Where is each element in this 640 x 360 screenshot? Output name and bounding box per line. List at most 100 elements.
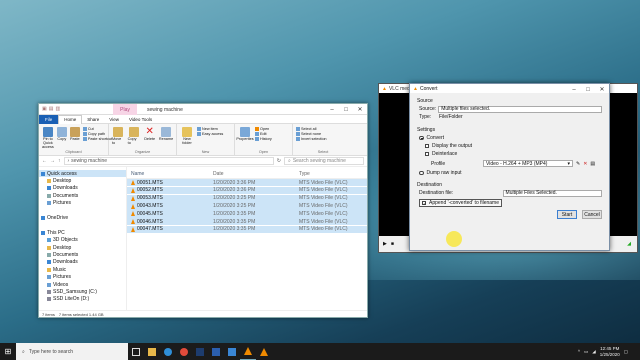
play-icon[interactable]: ▶ [383, 241, 387, 247]
taskbar-search[interactable]: ⌕ Type here to search [16, 343, 128, 360]
tab-file[interactable]: File [39, 114, 59, 124]
close-icon[interactable]: ✕ [353, 104, 367, 115]
nav-item[interactable]: Pictures [39, 200, 126, 207]
tab-share[interactable]: Share [82, 117, 104, 122]
profile-select[interactable]: Video - H.264 + MP3 (MP4) ▾ [483, 160, 573, 167]
back-icon[interactable]: ← [42, 158, 47, 164]
nav-item[interactable]: Downloads [39, 185, 126, 192]
task-view-button[interactable] [128, 343, 144, 360]
start-button[interactable]: Start [557, 210, 577, 219]
wrench-icon[interactable]: ✎ [576, 161, 580, 167]
up-icon[interactable]: ↑ [58, 158, 61, 164]
dest-file-field[interactable]: Multiple Files Selected. [502, 189, 602, 197]
notifications-icon[interactable]: ▢ [624, 349, 628, 355]
column-date[interactable]: Date [213, 171, 299, 177]
forward-icon[interactable]: → [50, 158, 55, 164]
refresh-icon[interactable]: ↻ [277, 158, 281, 164]
nav-item-label: Videos [53, 281, 69, 288]
edit-button[interactable]: Edit [255, 132, 272, 136]
app-vlc-2[interactable] [256, 343, 272, 360]
convert-radio[interactable] [419, 135, 424, 141]
invert-selection-button[interactable]: Invert selection [296, 137, 327, 141]
table-row[interactable]: 00046.MTS 1/20/2020 3:35 PM MTS Video File… [127, 217, 367, 226]
minimize-icon[interactable]: – [567, 84, 581, 95]
nav-item[interactable]: Pictures [39, 273, 126, 280]
maximize-icon[interactable]: □ [581, 84, 595, 95]
file-rows: 00051.MTS 1/20/2020 3:36 PM MTS Video File… [127, 179, 367, 234]
nav-item[interactable]: SSD LiteOn (D:) [39, 296, 126, 303]
stop-icon[interactable]: ■ [391, 241, 394, 247]
append-checkbox[interactable]: ✓ [422, 201, 426, 206]
clock[interactable]: 12:45 PM 1/25/2020 [600, 346, 620, 357]
nav-item[interactable]: Documents [39, 192, 126, 199]
nav-item[interactable]: Videos [39, 281, 126, 288]
deinterlace-option[interactable]: Deinterlace [417, 150, 602, 158]
nav-item[interactable]: Desktop [39, 244, 126, 251]
delete-profile-icon[interactable]: ✕ [583, 161, 587, 167]
paste-shortcut-button[interactable]: Paste shortcut [82, 137, 112, 141]
table-row[interactable]: 00053.MTS 1/20/2020 3:25 PM MTS Video File… [127, 194, 367, 202]
display-output-checkbox[interactable] [425, 144, 429, 148]
append-box[interactable]: ✓ Append '-converted' to filename [419, 199, 503, 207]
nav-item[interactable]: Downloads [39, 259, 126, 266]
nav-item[interactable]: Documents [39, 251, 126, 258]
convert-option[interactable]: Convert [417, 134, 602, 142]
minimize-icon[interactable]: – [325, 104, 339, 115]
tab-home[interactable]: Home [58, 114, 83, 124]
volume-icon[interactable]: ◢ [592, 349, 595, 355]
app-edge[interactable] [160, 343, 176, 360]
app-vlc[interactable] [240, 343, 256, 360]
nav-item[interactable]: This PC [39, 229, 126, 236]
history-button[interactable]: History [255, 137, 272, 141]
search-input[interactable]: ⌕ Search sewing machine [284, 157, 364, 165]
nav-item[interactable]: Music [39, 266, 126, 273]
table-row[interactable]: 00045.MTS 1/20/2020 3:35 PM MTS Video File… [127, 210, 367, 218]
cut-button[interactable]: Cut [82, 127, 112, 131]
table-row[interactable]: 00047.MTS 1/20/2020 3:35 PM MTS Video File… [127, 225, 367, 234]
address-bar[interactable]: › sewing machine [63, 157, 274, 165]
app-mail[interactable] [224, 343, 240, 360]
app-word[interactable] [208, 343, 224, 360]
app-chrome[interactable] [176, 343, 192, 360]
table-row[interactable]: 00052.MTS 1/20/2020 3:36 PM MTS Video File… [127, 186, 367, 195]
play-context-tab[interactable]: Play [113, 104, 137, 115]
deinterlace-checkbox[interactable] [425, 152, 429, 156]
nav-item[interactable]: Desktop [39, 177, 126, 184]
select-all-button[interactable]: Select all [296, 127, 327, 131]
nav-item[interactable]: Quick access [39, 170, 126, 178]
dump-raw-radio[interactable] [419, 170, 424, 176]
table-row[interactable]: 00043.MTS 1/20/2020 3:25 PM MTS Video File… [127, 202, 367, 210]
source-field[interactable]: Multiple files selected. [438, 105, 602, 113]
start-button[interactable]: ⊞ [0, 343, 16, 360]
maximize-icon[interactable]: □ [339, 104, 353, 115]
chevron-up-icon[interactable]: ^ [578, 349, 580, 354]
table-row[interactable]: 00051.MTS 1/20/2020 3:36 PM MTS Video File… [127, 179, 367, 187]
network-icon[interactable]: ▭ [584, 349, 588, 355]
dump-raw-option[interactable]: Dump raw input [417, 169, 602, 177]
new-item-button[interactable]: New item [197, 127, 223, 131]
nav-item[interactable]: SSD_Samsung (C:) [39, 288, 126, 295]
column-name[interactable]: Name [131, 171, 213, 177]
column-type[interactable]: Type [299, 171, 359, 177]
nav-item[interactable]: OneDrive [39, 214, 126, 221]
new-folder-icon[interactable]: ▥ [55, 106, 60, 112]
copy-path-button[interactable]: Copy path [82, 132, 112, 136]
app-photoshop[interactable] [192, 343, 208, 360]
tab-view[interactable]: View [104, 117, 124, 122]
select-none-button[interactable]: Select none [296, 132, 327, 136]
close-icon[interactable]: ✕ [595, 84, 609, 95]
invert-selection-icon [296, 137, 300, 141]
nav-item[interactable]: 3D Objects [39, 237, 126, 244]
easy-access-button[interactable]: Easy access [197, 132, 223, 136]
properties-icon[interactable]: ▤ [49, 106, 54, 112]
append-option[interactable]: ✓ Append '-converted' to filename [417, 199, 602, 207]
display-output-option[interactable]: Display the output [417, 142, 602, 150]
app-explorer[interactable] [144, 343, 160, 360]
volume-icon[interactable]: ◢ [627, 241, 631, 247]
new-profile-icon[interactable]: ▤ [590, 161, 595, 167]
open-button[interactable]: Open [255, 127, 272, 131]
folder-icon [47, 179, 51, 184]
tab-video-tools[interactable]: Video Tools [124, 117, 157, 122]
folder-icon[interactable]: ▣ [42, 106, 47, 112]
cancel-button[interactable]: Cancel [582, 210, 602, 219]
